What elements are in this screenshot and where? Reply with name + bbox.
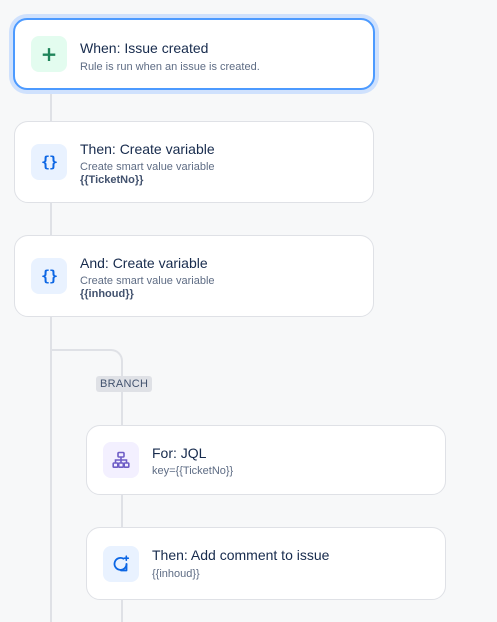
action-subtitle: Create smart value variable — [80, 161, 215, 173]
branch-icon-box — [103, 442, 139, 478]
action-icon-box: {} — [31, 144, 67, 180]
rule-canvas: + When: Issue created Rule is run when a… — [0, 0, 497, 622]
action-subtitle: Create smart value variable — [80, 275, 215, 287]
action-variable-name: {{inhoud}} — [80, 288, 134, 300]
trigger-card[interactable]: + When: Issue created Rule is run when a… — [13, 18, 375, 90]
curly-braces-icon: {} — [40, 153, 58, 171]
branch-label: BRANCH — [96, 376, 153, 392]
branch-card-for-jql[interactable]: For: JQL key={{TicketNo}} — [86, 425, 446, 495]
trigger-icon-box: + — [31, 36, 67, 72]
branch-icon-box — [103, 546, 139, 582]
branch-item-title: Then: Add comment to issue — [152, 547, 330, 563]
trigger-title: When: Issue created — [80, 40, 209, 56]
curly-braces-icon: {} — [40, 267, 58, 285]
action-icon-box: {} — [31, 258, 67, 294]
branch-item-subtitle: {{inhoud}} — [152, 568, 200, 580]
branch-item-subtitle: key={{TicketNo}} — [152, 465, 234, 477]
hierarchy-icon — [112, 451, 130, 468]
comment-add-icon — [113, 555, 130, 572]
plus-icon: + — [40, 42, 58, 66]
action-title: Then: Create variable — [80, 141, 215, 157]
action-card-create-variable-2[interactable]: {} And: Create variable Create smart val… — [14, 235, 374, 317]
action-card-create-variable-1[interactable]: {} Then: Create variable Create smart va… — [14, 121, 374, 203]
branch-card-add-comment[interactable]: Then: Add comment to issue {{inhoud}} — [86, 527, 446, 600]
branch-connector — [50, 349, 123, 379]
branch-item-title: For: JQL — [152, 445, 207, 461]
action-variable-name: {{TicketNo}} — [80, 174, 144, 186]
action-title: And: Create variable — [80, 255, 208, 271]
trigger-subtitle: Rule is run when an issue is created. — [80, 61, 260, 73]
